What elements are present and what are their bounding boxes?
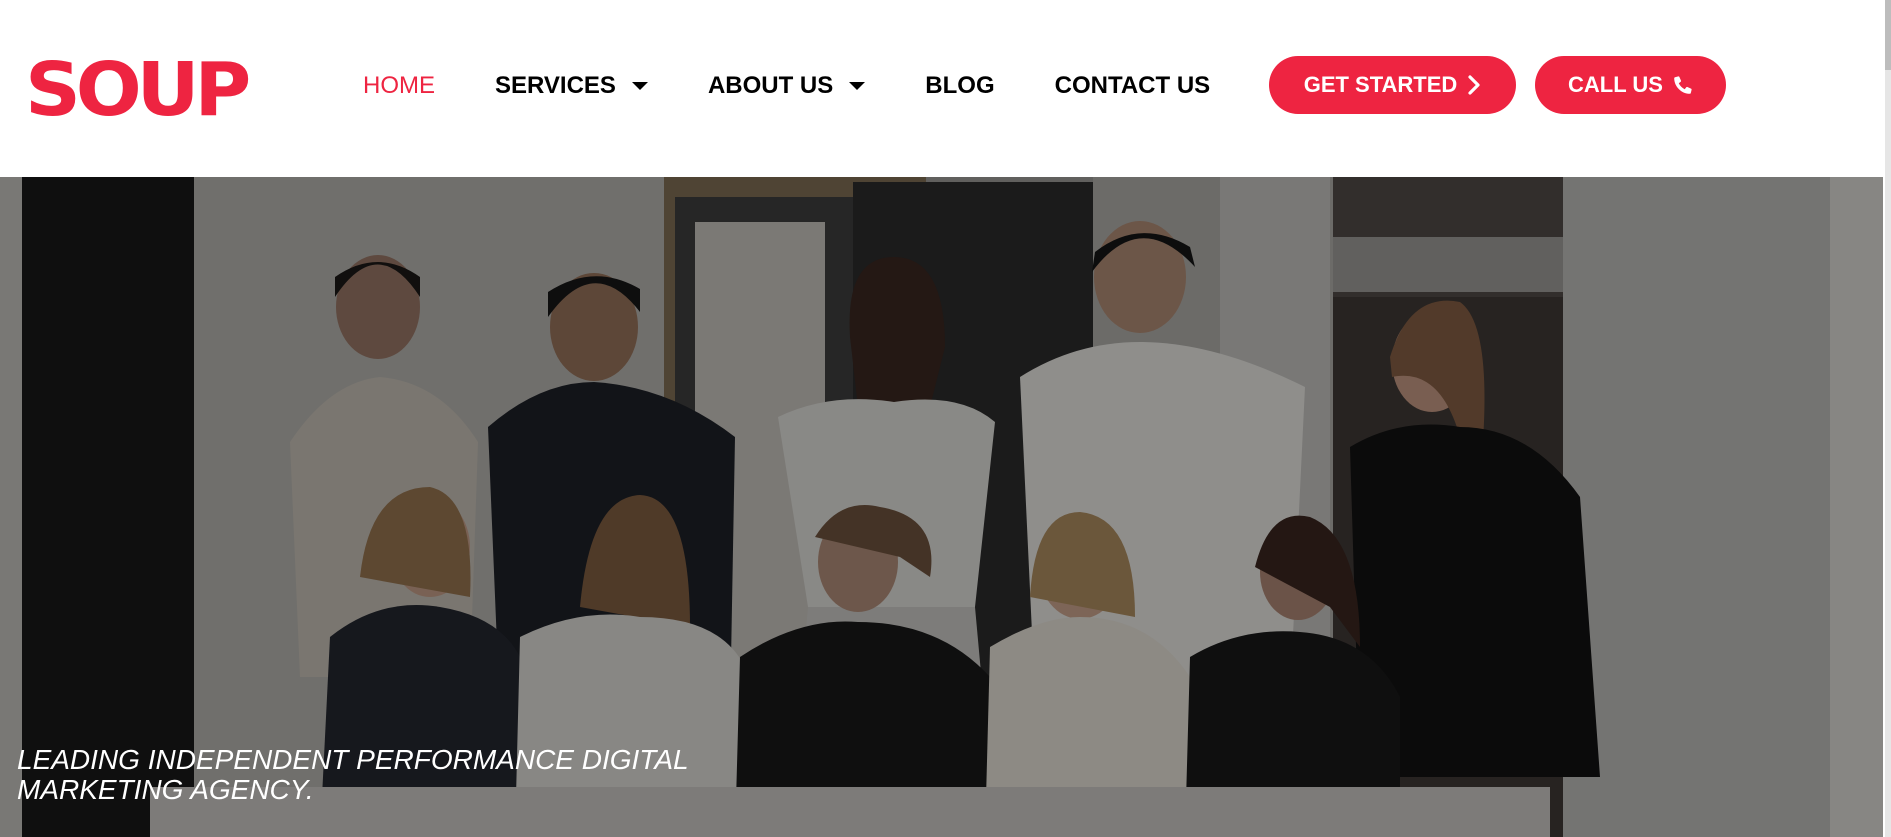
main-nav: HOME SERVICES ABOUT US BLOG CONTACT US <box>363 68 1270 104</box>
tagline-line-2: MARKETING AGENCY. <box>17 774 314 805</box>
site-header: SOUP HOME SERVICES ABOUT US BLOG CONTACT… <box>0 0 1885 177</box>
soup-logo[interactable]: SOUP <box>25 50 251 130</box>
scrollbar-thumb[interactable] <box>1885 0 1891 70</box>
hero-overlay <box>0 177 1883 837</box>
phone-icon <box>1673 75 1693 95</box>
call-us-button[interactable]: CALL US <box>1535 56 1726 114</box>
nav-blog-label: BLOG <box>925 72 995 99</box>
nav-about-us[interactable]: ABOUT US <box>707 72 866 100</box>
nav-blog[interactable]: BLOG <box>925 72 994 100</box>
get-started-label: GET STARTED <box>1303 72 1458 97</box>
nav-home[interactable]: HOME <box>363 72 435 100</box>
caret-down-icon <box>631 82 648 90</box>
chevron-right-icon <box>1467 75 1481 95</box>
hero-tagline: LEADING INDEPENDENT PERFORMANCE DIGITAL … <box>17 745 777 805</box>
call-us-label: CALL US <box>1568 72 1663 97</box>
hero-section: LEADING INDEPENDENT PERFORMANCE DIGITAL … <box>0 177 1883 837</box>
nav-services[interactable]: SERVICES <box>495 72 648 100</box>
nav-contact-us[interactable]: CONTACT US <box>1055 72 1211 100</box>
nav-services-label: SERVICES <box>495 72 616 99</box>
tagline-line-1: LEADING INDEPENDENT PERFORMANCE DIGITAL <box>17 744 689 775</box>
caret-down-icon <box>849 82 866 90</box>
nav-about-us-label: ABOUT US <box>707 72 834 99</box>
page-scrollbar[interactable] <box>1885 0 1891 837</box>
nav-home-label: HOME <box>363 72 435 99</box>
get-started-button[interactable]: GET STARTED <box>1269 56 1516 114</box>
nav-contact-us-label: CONTACT US <box>1054 72 1211 99</box>
